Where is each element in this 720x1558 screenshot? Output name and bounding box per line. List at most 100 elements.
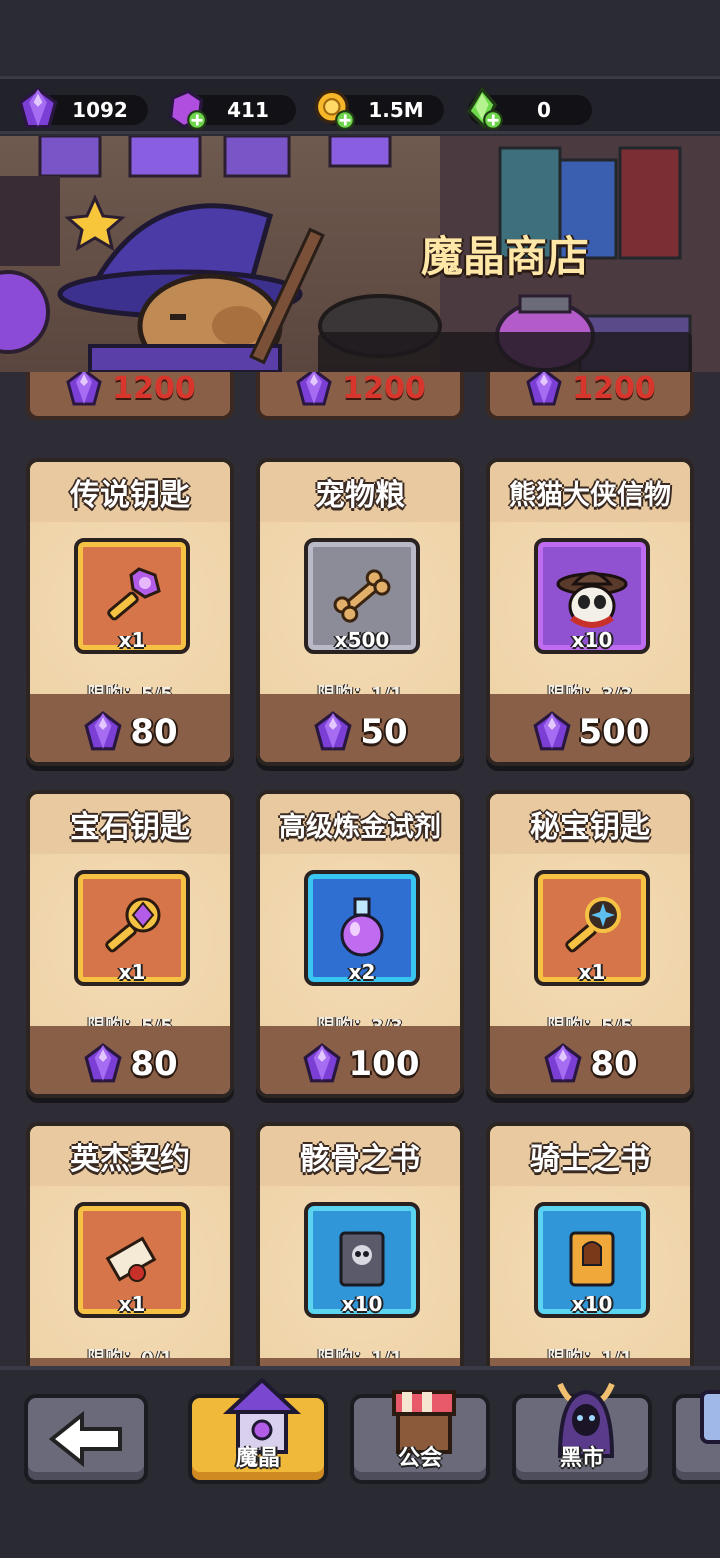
shop-card-skull-book[interactable]: 骸骨之书 x10 限购：1/1 xyxy=(256,1122,464,1366)
buy-button[interactable]: 100 xyxy=(260,1026,460,1094)
item-tile: x1 xyxy=(74,870,190,986)
buy-button[interactable]: 80 xyxy=(490,1026,690,1094)
price-value: 1200 xyxy=(342,372,426,406)
item-tile: x10 xyxy=(534,538,650,654)
item-price: 80 xyxy=(590,1044,638,1084)
item-quantity: x500 xyxy=(334,628,390,652)
item-title: 传说钥匙 xyxy=(30,462,230,522)
purple-gem-icon xyxy=(16,87,60,131)
item-quantity: x10 xyxy=(571,1292,613,1316)
potion-icon xyxy=(340,897,384,957)
purple-gem-icon xyxy=(542,1043,584,1085)
page-title: 魔晶商店 xyxy=(420,231,589,281)
banner-title-backdrop xyxy=(318,332,692,372)
tab-label: 公会 xyxy=(397,1446,442,1471)
shop-item-grid[interactable]: 1200 1200 1200 传说钥匙 x1 限购：5/5 80 宠物 xyxy=(0,372,720,1366)
purple-gem-icon xyxy=(301,1043,343,1085)
scroll-icon xyxy=(105,1236,157,1282)
price-value: 1200 xyxy=(112,372,196,406)
buy-button[interactable] xyxy=(260,1358,460,1366)
item-tile: x2 xyxy=(304,870,420,986)
item-quantity: x10 xyxy=(571,628,613,652)
gold-coin-plus-icon xyxy=(314,89,355,130)
gem-key-icon xyxy=(105,897,161,953)
prev-row-price[interactable]: 1200 xyxy=(26,372,234,420)
item-price: 80 xyxy=(130,712,178,752)
purple-gem-icon xyxy=(531,711,573,753)
item-tile: x500 xyxy=(304,538,420,654)
treasure-key-icon xyxy=(565,897,621,953)
item-tile: x1 xyxy=(534,870,650,986)
more-shop-icon xyxy=(700,1390,720,1444)
tab-crystal-shop[interactable]: 魔晶 xyxy=(188,1378,328,1484)
resource-gold-coin[interactable]: 1.5M xyxy=(314,89,444,130)
tab-label: 魔晶 xyxy=(235,1446,280,1471)
legend-key-icon xyxy=(107,567,161,621)
purple-gem-icon xyxy=(64,372,104,408)
item-tile: x1 xyxy=(74,538,190,654)
item-price: 100 xyxy=(348,1044,420,1084)
purple-gem-icon xyxy=(82,1043,124,1085)
purple-gem-icon xyxy=(312,711,354,753)
item-title: 骸骨之书 xyxy=(260,1126,460,1186)
item-title: 熊猫大侠信物 xyxy=(490,462,690,522)
item-quantity: x10 xyxy=(341,1292,383,1316)
shop-card-pet-food[interactable]: 宠物粮 x500 限购：1/1 50 xyxy=(256,458,464,766)
item-title: 秘宝钥匙 xyxy=(490,794,690,854)
tab-black-market[interactable]: 黑市 xyxy=(512,1382,652,1484)
buy-button[interactable] xyxy=(30,1358,230,1366)
buy-button[interactable]: 50 xyxy=(260,694,460,762)
shop-card-alchemy-potion[interactable]: 高级炼金试剂 x2 限购：3/3 100 xyxy=(256,790,464,1098)
bone-icon xyxy=(333,569,391,623)
item-price: 80 xyxy=(130,1044,178,1084)
item-title: 骑士之书 xyxy=(490,1126,690,1186)
purple-gem-icon xyxy=(294,372,334,408)
tab-guild[interactable]: 公会 xyxy=(350,1390,490,1484)
item-title: 英杰契约 xyxy=(30,1126,230,1186)
item-tile: x10 xyxy=(304,1202,420,1318)
item-price: 500 xyxy=(578,712,650,752)
item-title: 宝石钥匙 xyxy=(30,794,230,854)
shop-card-panda-token[interactable]: 熊猫大侠信物 x10 限购：3/3 500 xyxy=(486,458,694,766)
item-title: 宠物粮 xyxy=(260,462,460,522)
buy-button[interactable]: 500 xyxy=(490,694,690,762)
green-gem-plus-icon xyxy=(466,87,503,130)
resource-purple-crystal[interactable]: 411 xyxy=(168,89,296,130)
item-quantity: x2 xyxy=(348,960,376,984)
shop-card-hero-contract[interactable]: 英杰契约 x1 限购：0/1 xyxy=(26,1122,234,1366)
prev-row-price[interactable]: 1200 xyxy=(256,372,464,420)
shop-card-treasure-key[interactable]: 秘宝钥匙 x1 限购：5/5 80 xyxy=(486,790,694,1098)
purple-crystal-plus-icon xyxy=(168,89,207,130)
shop-card-legend-key[interactable]: 传说钥匙 x1 限购：5/5 80 xyxy=(26,458,234,766)
price-value: 1200 xyxy=(572,372,656,406)
item-price: 50 xyxy=(360,712,408,752)
resource-value: 0 xyxy=(537,98,551,122)
shop-card-knight-book[interactable]: 骑士之书 x10 限购：1/1 xyxy=(486,1122,694,1366)
resource-bar: 1092 411 1.5M 0 xyxy=(0,76,720,134)
prev-row-price[interactable]: 1200 xyxy=(486,372,694,420)
purple-gem-icon xyxy=(82,711,124,753)
item-tile: x10 xyxy=(534,1202,650,1318)
item-quantity: x1 xyxy=(118,960,146,984)
item-quantity: x1 xyxy=(118,628,146,652)
buy-button[interactable]: 80 xyxy=(30,694,230,762)
panda-hero-icon xyxy=(556,571,628,628)
resource-green-gem[interactable]: 0 xyxy=(466,87,592,130)
shop-card-gem-key[interactable]: 宝石钥匙 x1 限购：5/5 80 xyxy=(26,790,234,1098)
bottom-nav: 魔晶 公会 黑市 xyxy=(0,1366,720,1558)
tab-label: 黑市 xyxy=(559,1446,604,1471)
knight-book-icon xyxy=(569,1231,615,1287)
purple-gem-icon xyxy=(524,372,564,408)
back-arrow-icon xyxy=(48,1410,122,1468)
resource-value: 411 xyxy=(227,98,269,122)
buy-button[interactable]: 80 xyxy=(30,1026,230,1094)
resource-purple-gem[interactable]: 1092 xyxy=(24,95,148,125)
tab-more-shop[interactable] xyxy=(672,1390,720,1484)
back-button[interactable] xyxy=(24,1394,148,1484)
buy-button[interactable] xyxy=(490,1358,690,1366)
item-tile: x1 xyxy=(74,1202,190,1318)
item-quantity: x1 xyxy=(118,1292,146,1316)
item-quantity: x1 xyxy=(578,960,606,984)
item-title: 高级炼金试剂 xyxy=(260,794,460,854)
skull-book-icon xyxy=(339,1231,385,1287)
